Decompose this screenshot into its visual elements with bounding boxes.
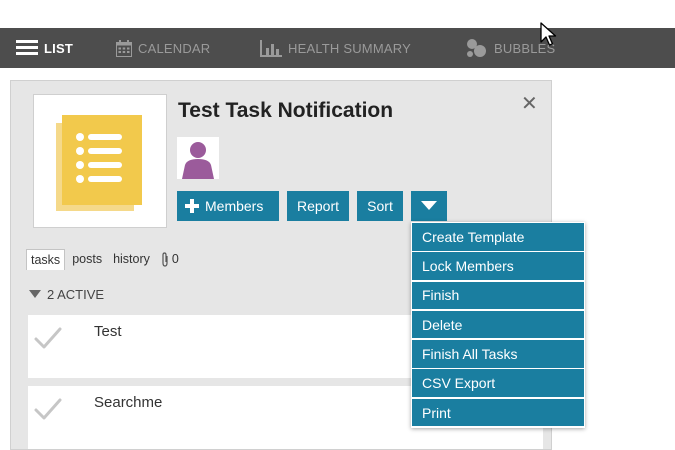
sort-button[interactable]: Sort [357,191,403,221]
document-list-icon [56,115,142,211]
nav-tab-health-summary[interactable]: HEALTH SUMMARY [260,28,411,68]
bubbles-icon [467,39,486,57]
menu-item-create-template[interactable]: Create Template [412,223,584,251]
menu-item-delete[interactable]: Delete [412,310,584,339]
task-name: Searchme [94,394,163,411]
caret-down-icon [29,290,41,298]
checkmark-icon[interactable] [34,398,62,420]
panel-tabs: tasks posts history 0 [26,247,186,271]
task-name: Test [94,323,122,340]
tab-tasks[interactable]: tasks [26,248,66,270]
list-icon [16,40,38,55]
nav-tab-health-summary-label: HEALTH SUMMARY [288,40,411,56]
task-thumbnail [33,94,167,228]
nav-tab-list[interactable]: LIST [16,28,73,68]
menu-item-finish-all-tasks[interactable]: Finish All Tasks [412,340,584,368]
actions-dropdown-menu: Create Template Lock Members Finish Dele… [411,222,585,428]
members-button[interactable]: Members [177,191,279,221]
menu-item-print[interactable]: Print [412,398,584,427]
paperclip-icon [162,251,168,267]
active-section-label: 2 ACTIVE [47,286,105,302]
mouse-cursor-icon [540,22,557,46]
avatar[interactable] [177,137,219,179]
close-icon[interactable]: ✕ [521,91,538,116]
members-button-label: Members [205,198,264,214]
menu-item-csv-export[interactable]: CSV Export [412,369,584,397]
nav-tab-calendar[interactable]: CALENDAR [116,28,210,68]
menu-item-finish[interactable]: Finish [412,281,584,310]
task-title: Test Task Notification [178,99,394,122]
report-button[interactable]: Report [287,191,349,221]
plus-icon [185,199,199,213]
tab-history[interactable]: history [109,249,154,269]
bar-chart-icon [260,39,282,57]
sort-button-label: Sort [367,198,393,214]
report-button-label: Report [296,198,340,214]
tab-posts[interactable]: posts [68,249,106,269]
caret-down-icon [421,201,437,210]
tab-attachments[interactable]: 0 [157,249,183,270]
calendar-icon [116,39,132,57]
menu-item-lock-members[interactable]: Lock Members [412,252,584,280]
attachments-count: 0 [171,252,179,266]
member-avatar-icon [182,142,214,179]
window-top-strip [0,0,675,28]
nav-tab-list-label: LIST [44,40,73,56]
more-actions-dropdown-button[interactable] [411,191,447,221]
nav-tab-calendar-label: CALENDAR [138,40,211,56]
checkmark-icon[interactable] [34,327,62,349]
top-nav-bar: LIST CALENDAR HEALTH SUMMARY BUBBLES [0,28,675,68]
